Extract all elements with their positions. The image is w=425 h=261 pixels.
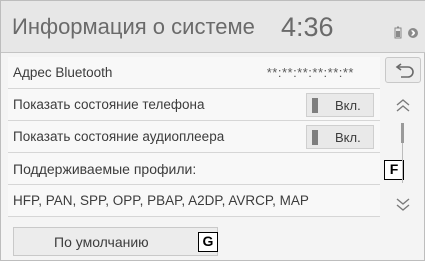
- back-arrow-icon: [395, 63, 414, 78]
- toggle-indicator: [312, 130, 318, 145]
- chevron-double-up-icon: [396, 99, 410, 112]
- chevron-double-down-icon: [396, 198, 410, 211]
- bluetooth-icon: [408, 28, 418, 38]
- phone-status-toggle[interactable]: Вкл.: [306, 93, 374, 117]
- toggle-label: Вкл.: [335, 98, 361, 113]
- side-controls: [385, 57, 421, 257]
- bluetooth-address-label: Адрес Bluetooth: [13, 65, 113, 80]
- phone-status-label: Показать состояние телефона: [13, 97, 205, 112]
- status-icons: [394, 25, 420, 39]
- header-bar: Информация о системе 4:36: [1, 1, 425, 53]
- profiles-list-row: HFP, PAN, SPP, OPP, PBAP, A2DP, AVRCP, M…: [8, 185, 380, 217]
- audio-status-label: Показать состояние аудиоплеера: [13, 129, 225, 144]
- page-title: Информация о системе: [12, 14, 255, 39]
- profiles-heading-row: Поддерживаемые профили:: [8, 153, 380, 185]
- callout-g: G: [198, 232, 218, 252]
- bluetooth-address-value: **:**:**:**:**:**: [266, 65, 354, 80]
- battery-icon: [394, 26, 418, 39]
- back-button[interactable]: [385, 57, 421, 83]
- bluetooth-address-row: Адрес Bluetooth **:**:**:**:**:**: [8, 57, 380, 89]
- scroll-down-button[interactable]: [393, 195, 413, 218]
- settings-list: Адрес Bluetooth **:**:**:**:**:** Показа…: [8, 57, 380, 217]
- profiles-list: HFP, PAN, SPP, OPP, PBAP, A2DP, AVRCP, M…: [13, 193, 309, 208]
- profiles-heading: Поддерживаемые профили:: [13, 161, 197, 177]
- audio-status-toggle[interactable]: Вкл.: [306, 125, 374, 149]
- scrollbar-thumb[interactable]: [401, 123, 404, 143]
- toggle-indicator: [312, 98, 318, 113]
- clock: 4:36: [281, 12, 334, 42]
- phone-status-row[interactable]: Показать состояние телефона Вкл.: [8, 89, 380, 121]
- default-button-label: По умолчанию: [54, 234, 149, 250]
- audio-status-row[interactable]: Показать состояние аудиоплеера Вкл.: [8, 121, 380, 153]
- default-button[interactable]: По умолчанию: [13, 227, 218, 256]
- system-info-screen: Информация о системе 4:36 Адрес Bluetoot…: [0, 0, 425, 261]
- toggle-label: Вкл.: [335, 130, 361, 145]
- scroll-up-button[interactable]: [393, 97, 413, 120]
